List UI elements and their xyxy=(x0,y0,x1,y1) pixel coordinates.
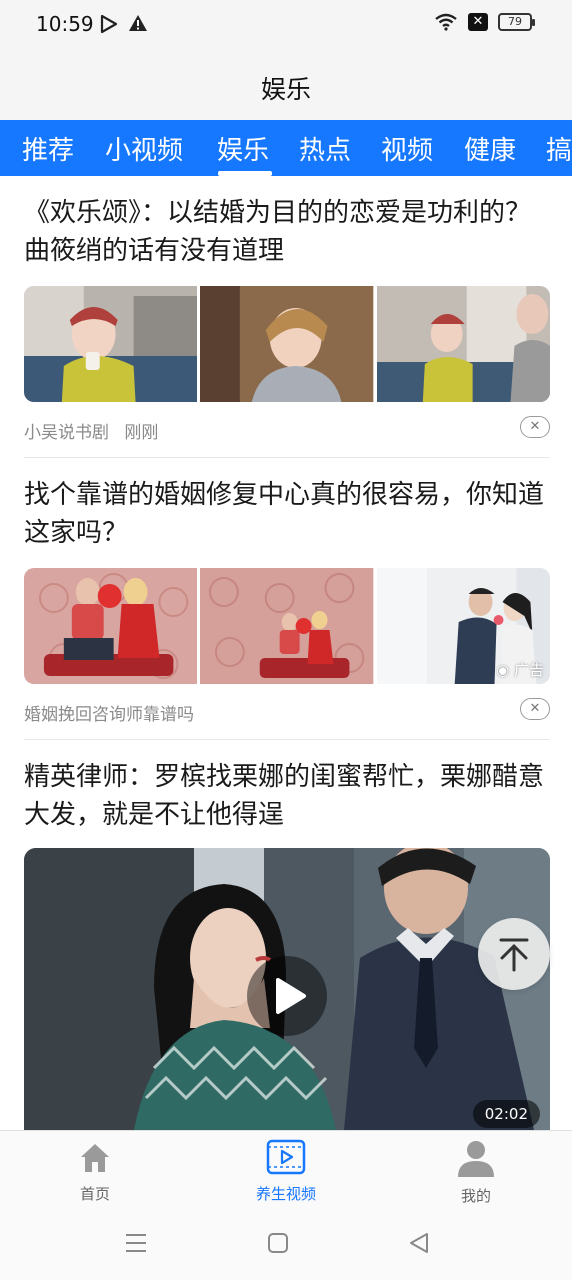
divider xyxy=(24,739,550,740)
page-title: 娱乐 xyxy=(260,75,311,104)
system-navigation-bar xyxy=(0,1208,572,1280)
user-icon xyxy=(458,1141,494,1177)
article-title[interactable]: 精英律师：罗槟找栗娜的闺蜜帮忙，栗娜醋意大发，就是不让他得逞 xyxy=(24,758,550,834)
thumbnail-image[interactable] xyxy=(200,568,374,684)
dismiss-button[interactable]: ✕ xyxy=(520,416,550,438)
status-notification-icons xyxy=(100,14,148,34)
nav-health-video[interactable]: 养生视频 xyxy=(226,1139,346,1204)
article-meta: 小吴说书剧 刚刚 ✕ xyxy=(24,416,550,443)
status-right-icons: ✕ 79 xyxy=(434,13,535,31)
video-duration: 02:02 xyxy=(472,1100,540,1128)
play-icon xyxy=(276,978,306,1014)
tab-video[interactable]: 视频 xyxy=(381,130,433,167)
close-icon: ✕ xyxy=(529,419,541,434)
thumbnail-image[interactable] xyxy=(24,568,198,684)
tab-hot[interactable]: 热点 xyxy=(299,130,351,167)
article-title[interactable]: 《欢乐颂》：以结婚为目的的恋爱是功利的？曲筱绡的话有没有道理 xyxy=(24,194,550,270)
dismiss-button[interactable]: ✕ xyxy=(520,698,550,720)
article-source: 小吴说书剧 xyxy=(24,423,109,443)
ad-icon: ◉ xyxy=(496,661,510,679)
thumbnail-image[interactable]: ◉ 广告 xyxy=(376,568,550,684)
nav-home[interactable]: 首页 xyxy=(35,1139,155,1204)
arrow-up-icon xyxy=(499,938,529,972)
back-to-top-button[interactable] xyxy=(478,918,550,990)
video-thumbnail[interactable]: 02:02 xyxy=(24,848,550,1130)
battery-icon: 79 xyxy=(498,13,535,31)
status-bar: 10:59 ✕ 79 xyxy=(0,0,572,52)
tab-more[interactable]: 搞 xyxy=(546,130,572,167)
tab-health[interactable]: 健康 xyxy=(464,130,516,167)
divider xyxy=(24,457,550,458)
close-icon: ✕ xyxy=(529,701,541,716)
article-thumbnails[interactable] xyxy=(24,286,550,402)
play-store-icon xyxy=(100,14,118,34)
tab-short-video[interactable]: 小视频 xyxy=(105,130,183,167)
notification-x-icon: ✕ xyxy=(468,13,488,31)
article-card[interactable]: 《欢乐颂》：以结婚为目的的恋爱是功利的？曲筱绡的话有没有道理 小吴说书剧 刚刚 … xyxy=(24,194,550,443)
menu-icon[interactable] xyxy=(124,1232,148,1254)
thumbnail-image[interactable] xyxy=(376,286,550,402)
play-button[interactable] xyxy=(247,956,327,1036)
thumbnail-image[interactable] xyxy=(200,286,374,402)
nav-home-label: 首页 xyxy=(79,1185,110,1203)
warning-icon xyxy=(129,15,147,31)
article-thumbnails[interactable]: ◉ 广告 xyxy=(24,568,550,684)
nav-mine[interactable]: 我的 xyxy=(416,1139,536,1206)
article-meta: 婚姻挽回咨询师靠谱吗 ✕ xyxy=(24,698,550,725)
tab-recommend[interactable]: 推荐 xyxy=(22,130,74,167)
back-icon[interactable] xyxy=(408,1232,430,1254)
article-time: 刚刚 xyxy=(124,423,159,443)
article-card[interactable]: 找个靠谱的婚姻修复中心真的很容易，你知道这家吗？ ◉ 广告 婚姻挽回咨询师靠谱吗… xyxy=(24,476,550,725)
video-icon xyxy=(266,1139,306,1175)
home-icon xyxy=(81,1144,109,1172)
tab-entertainment[interactable]: 娱乐 xyxy=(217,130,269,167)
status-time: 10:59 xyxy=(36,12,94,36)
nav-health-video-label: 养生视频 xyxy=(255,1185,316,1203)
bottom-navigation: 首页 养生视频 我的 xyxy=(0,1130,572,1208)
thumbnail-image[interactable] xyxy=(24,286,198,402)
video-article-card[interactable]: 精英律师：罗槟找栗娜的闺蜜帮忙，栗娜醋意大发，就是不让他得逞 xyxy=(24,758,550,834)
title-bar: 娱乐 xyxy=(0,52,572,120)
category-tabs: 推荐 小视频 娱乐 热点 视频 健康 搞 xyxy=(0,120,572,176)
article-source: 婚姻挽回咨询师靠谱吗 xyxy=(24,705,194,725)
nav-mine-label: 我的 xyxy=(460,1187,491,1205)
ad-label: ◉ 广告 xyxy=(496,661,544,679)
wifi-icon xyxy=(435,13,457,31)
article-title[interactable]: 找个靠谱的婚姻修复中心真的很容易，你知道这家吗？ xyxy=(24,476,550,552)
home-button-icon[interactable] xyxy=(267,1232,289,1254)
